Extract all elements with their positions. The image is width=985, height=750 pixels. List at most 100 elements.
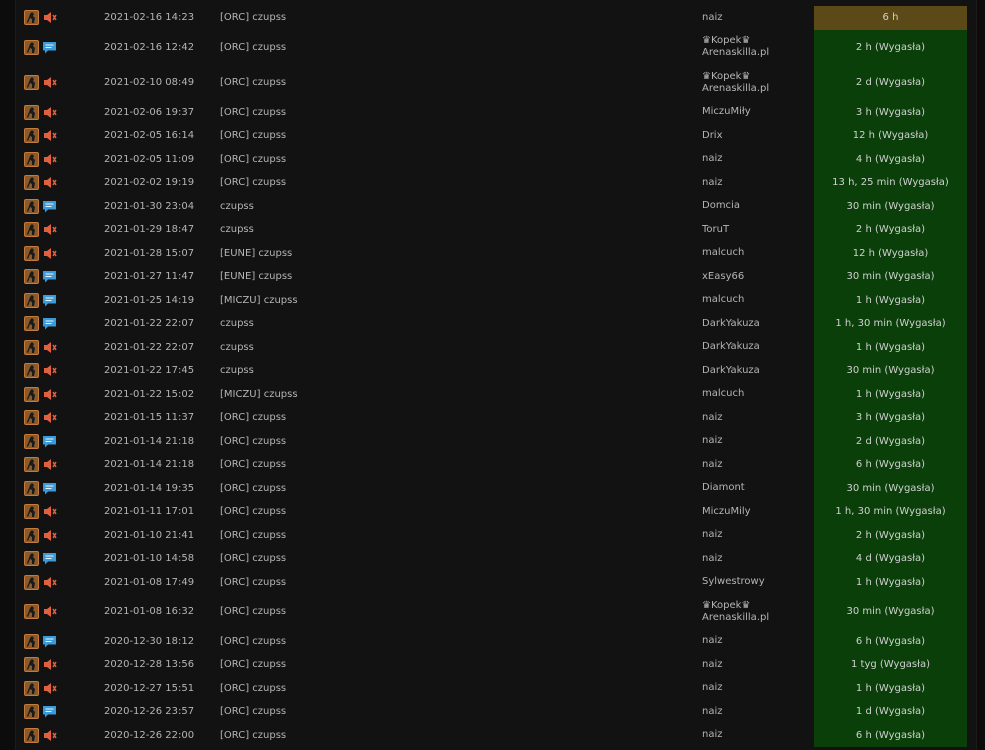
player-nick[interactable]: [ORC] czupss — [220, 406, 702, 430]
ban-row[interactable]: 2021-01-14 19:35 [ORC] czupss Diamont 30… — [24, 476, 967, 501]
player-nick[interactable]: [ORC] czupss — [220, 171, 702, 195]
ban-row[interactable]: 2021-01-29 18:47 czupss ToruT 2 h (Wygas… — [24, 218, 967, 242]
player-nick[interactable]: czupss — [220, 359, 702, 383]
ban-row[interactable]: 2021-01-28 15:07 [EUNE] czupss malcuch 1… — [24, 241, 967, 266]
admin-name[interactable]: malcuch — [702, 289, 814, 313]
ban-row[interactable]: 2021-02-02 19:19 [ORC] czupss naiz 13 h,… — [24, 171, 967, 195]
player-nick[interactable]: [ORC] czupss — [220, 65, 702, 101]
ban-duration: 3 h (Wygasła) — [814, 100, 967, 124]
ban-date: 2020-12-26 22:00 — [104, 729, 195, 741]
admin-name[interactable]: Diamont — [702, 477, 814, 501]
ban-date: 2021-01-29 18:47 — [104, 224, 195, 236]
admin-name[interactable]: DarkYakuza — [702, 359, 814, 383]
ban-row[interactable]: 2020-12-26 22:00 [ORC] czupss naiz 6 h (… — [24, 723, 967, 748]
player-nick[interactable]: [MICZU] czupss — [220, 289, 702, 313]
player-nick[interactable]: [ORC] czupss — [220, 653, 702, 677]
admin-name[interactable]: MiczuMily — [702, 500, 814, 524]
admin-name[interactable]: malcuch — [702, 383, 814, 407]
player-nick[interactable]: [ORC] czupss — [220, 524, 702, 548]
player-nick[interactable]: czupss — [220, 218, 702, 242]
player-nick[interactable]: [ORC] czupss — [220, 630, 702, 654]
ban-row[interactable]: 2021-01-15 11:37 [ORC] czupss naiz 3 h (… — [24, 406, 967, 430]
player-nick[interactable]: [ORC] czupss — [220, 571, 702, 595]
ban-row[interactable]: 2020-12-28 13:56 [ORC] czupss naiz 1 tyg… — [24, 653, 967, 677]
admin-name[interactable]: malcuch — [702, 242, 814, 266]
ban-row[interactable]: 2021-01-22 22:07 czupss DarkYakuza 1 h, … — [24, 312, 967, 336]
admin-name[interactable]: naiz — [702, 724, 814, 748]
chat-bubble-icon — [42, 199, 57, 214]
admin-name[interactable]: Drix — [702, 124, 814, 148]
admin-name[interactable]: ♛Kopek♛ Arenaskilla.pl — [702, 594, 814, 630]
ban-row[interactable]: 2021-02-06 19:37 [ORC] czupss MiczuMiły … — [24, 100, 967, 125]
ban-date: 2021-01-30 23:04 — [104, 200, 195, 212]
admin-name[interactable]: naiz — [702, 547, 814, 571]
player-nick[interactable]: [ORC] czupss — [220, 6, 702, 30]
player-nick[interactable]: [ORC] czupss — [220, 124, 702, 148]
ban-duration: 1 tyg (Wygasła) — [814, 653, 967, 677]
player-nick[interactable]: czupss — [220, 195, 702, 219]
admin-name[interactable]: MiczuMiły — [702, 101, 814, 125]
ban-row[interactable]: 2021-02-16 14:23 [ORC] czupss naiz 6 h — [24, 6, 967, 30]
admin-name[interactable]: DarkYakuza — [702, 336, 814, 360]
ban-row[interactable]: 2021-01-14 21:18 [ORC] czupss naiz 2 d (… — [24, 429, 967, 454]
player-nick[interactable]: [ORC] czupss — [220, 677, 702, 701]
player-nick[interactable]: [ORC] czupss — [220, 477, 702, 501]
player-nick[interactable]: [MICZU] czupss — [220, 383, 702, 407]
ban-row[interactable]: 2020-12-30 18:12 [ORC] czupss naiz 6 h (… — [24, 629, 967, 654]
admin-name[interactable]: naiz — [702, 171, 814, 195]
admin-name[interactable]: naiz — [702, 524, 814, 548]
row-icons — [24, 383, 104, 407]
ban-row[interactable]: 2021-01-22 15:02 [MICZU] czupss malcuch … — [24, 382, 967, 407]
player-nick[interactable]: [ORC] czupss — [220, 430, 702, 454]
ban-duration: 6 h (Wygasła) — [814, 723, 967, 747]
admin-name[interactable]: naiz — [702, 677, 814, 701]
admin-name[interactable]: naiz — [702, 453, 814, 477]
ban-row[interactable]: 2021-02-16 12:42 [ORC] czupss ♛Kopek♛ Ar… — [24, 29, 967, 66]
player-nick[interactable]: [ORC] czupss — [220, 500, 702, 524]
ban-row[interactable]: 2021-02-10 08:49 [ORC] czupss ♛Kopek♛ Ar… — [24, 65, 967, 101]
admin-name[interactable]: DarkYakuza — [702, 312, 814, 336]
player-nick[interactable]: [ORC] czupss — [220, 724, 702, 748]
player-nick[interactable]: czupss — [220, 336, 702, 360]
ban-row[interactable]: 2021-01-25 14:19 [MICZU] czupss malcuch … — [24, 288, 967, 313]
player-nick[interactable]: [ORC] czupss — [220, 547, 702, 571]
ban-row[interactable]: 2021-01-08 17:49 [ORC] czupss Sylwestrow… — [24, 570, 967, 595]
player-nick[interactable]: [EUNE] czupss — [220, 265, 702, 289]
player-nick[interactable]: [ORC] czupss — [220, 101, 702, 125]
ban-row[interactable]: 2021-01-22 22:07 czupss DarkYakuza 1 h (… — [24, 335, 967, 360]
player-nick[interactable]: [ORC] czupss — [220, 700, 702, 724]
admin-name[interactable]: naiz — [702, 630, 814, 654]
ban-row[interactable]: 2021-01-10 14:58 [ORC] czupss naiz 4 d (… — [24, 547, 967, 571]
ban-date: 2021-01-08 16:32 — [104, 606, 195, 618]
admin-name[interactable]: naiz — [702, 430, 814, 454]
admin-name[interactable]: naiz — [702, 6, 814, 30]
admin-name[interactable]: naiz — [702, 406, 814, 430]
admin-name[interactable]: ♛Kopek♛ Arenaskilla.pl — [702, 30, 814, 66]
ban-row[interactable]: 2021-01-10 21:41 [ORC] czupss naiz 2 h (… — [24, 523, 967, 548]
admin-name[interactable]: Sylwestrowy — [702, 571, 814, 595]
player-nick[interactable]: [ORC] czupss — [220, 453, 702, 477]
admin-name[interactable]: xEasy66 — [702, 265, 814, 289]
player-nick[interactable]: [ORC] czupss — [220, 594, 702, 630]
ban-row[interactable]: 2021-01-22 17:45 czupss DarkYakuza 30 mi… — [24, 359, 967, 383]
ban-row[interactable]: 2021-02-05 16:14 [ORC] czupss Drix 12 h … — [24, 124, 967, 148]
ban-row[interactable]: 2021-01-14 21:18 [ORC] czupss naiz 6 h (… — [24, 453, 967, 477]
row-icons — [24, 700, 104, 724]
ban-row[interactable]: 2021-02-05 11:09 [ORC] czupss naiz 4 h (… — [24, 147, 967, 172]
admin-name[interactable]: naiz — [702, 148, 814, 172]
player-nick[interactable]: czupss — [220, 312, 702, 336]
ban-row[interactable]: 2020-12-26 23:57 [ORC] czupss naiz 1 d (… — [24, 700, 967, 724]
ban-row[interactable]: 2021-01-08 16:32 [ORC] czupss ♛Kopek♛ Ar… — [24, 594, 967, 630]
admin-name[interactable]: Domcia — [702, 195, 814, 219]
admin-name[interactable]: ♛Kopek♛ Arenaskilla.pl — [702, 65, 814, 101]
ban-row[interactable]: 2020-12-27 15:51 [ORC] czupss naiz 1 h (… — [24, 676, 967, 701]
admin-name[interactable]: naiz — [702, 700, 814, 724]
player-nick[interactable]: [ORC] czupss — [220, 30, 702, 66]
admin-name[interactable]: naiz — [702, 653, 814, 677]
admin-name[interactable]: ToruT — [702, 218, 814, 242]
ban-row[interactable]: 2021-01-27 11:47 [EUNE] czupss xEasy66 3… — [24, 265, 967, 289]
player-nick[interactable]: [ORC] czupss — [220, 148, 702, 172]
player-nick[interactable]: [EUNE] czupss — [220, 242, 702, 266]
ban-row[interactable]: 2021-01-30 23:04 czupss Domcia 30 min (W… — [24, 194, 967, 219]
ban-row[interactable]: 2021-01-11 17:01 [ORC] czupss MiczuMily … — [24, 500, 967, 524]
